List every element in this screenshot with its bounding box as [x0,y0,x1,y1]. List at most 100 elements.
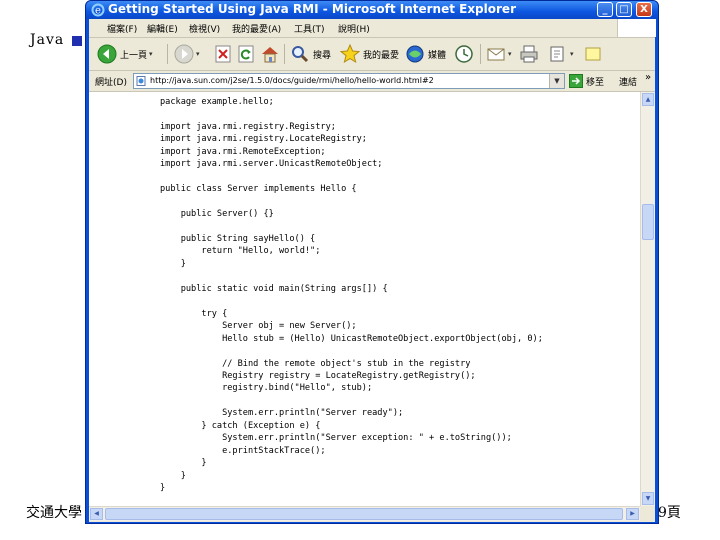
stop-icon [215,45,231,63]
mail-button[interactable]: ▾ [486,42,512,66]
code-line: System.err.println("Server ready"); [160,408,404,419]
scrollbar-corner [640,506,655,521]
stop-button[interactable] [214,42,232,66]
close-button[interactable]: X [636,2,652,17]
code-line: } [160,483,166,494]
code-line: Registry registry = LocateRegistry.getRe… [160,370,476,381]
favorites-star-icon [340,44,360,64]
internet-explorer-icon: e [91,3,105,17]
title-bar[interactable]: e Getting Started Using Java RMI - Micro… [86,1,658,19]
toolbar-separator [480,44,481,64]
code-line: public Server() {} [160,209,274,220]
mail-icon [487,48,505,61]
horizontal-scroll-thumb[interactable] [105,508,623,520]
code-line: System.err.println("Server exception: " … [160,433,512,444]
forward-button[interactable]: ▾ [174,42,200,66]
address-dropdown-icon[interactable]: ▼ [549,74,564,88]
edit-page-icon [550,46,564,62]
favorites-button[interactable]: 我的最愛 [340,42,399,66]
code-line: } [160,258,186,269]
back-button[interactable]: 上一頁 ▾ [97,42,153,66]
address-url: http://java.sun.com/j2se/1.5.0/docs/guid… [150,76,434,85]
svg-text:e: e [95,6,101,17]
slide-header-text: Java [30,32,65,48]
go-button[interactable]: 移至 [569,74,604,88]
back-label: 上一頁 [120,50,148,61]
go-label: 移至 [586,77,605,88]
toolbar-separator [284,44,285,64]
discuss-button[interactable] [583,42,603,66]
code-line: public class Server implements Hello { [160,184,357,195]
refresh-icon [238,45,254,63]
address-bar: 網址(D) http://java.sun.com/j2se/1.5.0/doc… [89,71,655,92]
edit-button[interactable]: ▾ [548,42,574,66]
menu-view[interactable]: 檢視(V) [189,22,220,35]
toolbar-separator [167,44,168,64]
edit-dropdown-icon[interactable]: ▾ [570,50,574,58]
print-icon [520,45,538,63]
scroll-up-icon[interactable]: ▲ [642,93,654,106]
links-label[interactable]: 連結 [619,75,637,88]
code-block: package example.hello; import java.rmi.r… [160,96,543,495]
code-line: import java.rmi.server.UnicastRemoteObje… [160,159,383,170]
menu-file[interactable]: 檔案(F) [107,22,137,35]
code-line: package example.hello; [160,97,274,107]
slide-footer-right: 9頁 [658,505,681,521]
discuss-note-icon [585,47,601,61]
search-button[interactable]: 搜尋 [290,42,331,66]
menu-help[interactable]: 說明(H) [338,22,370,35]
code-line: } [160,458,207,469]
back-arrow-icon [97,44,117,64]
horizontal-scrollbar[interactable]: ◀ ▶ [89,506,640,521]
code-line: } catch (Exception e) { [160,420,321,431]
print-button[interactable] [519,42,539,66]
media-icon [406,45,424,63]
search-label: 搜尋 [313,50,332,61]
menu-edit[interactable]: 編輯(E) [147,22,178,35]
menu-favorites[interactable]: 我的最愛(A) [232,22,281,35]
home-button[interactable] [260,42,280,66]
go-arrow-icon [569,74,583,88]
vertical-scrollbar[interactable]: ▲ ▼ [640,92,655,506]
code-line: // Bind the remote object's stub in the … [160,358,471,369]
history-icon [455,45,473,63]
refresh-button[interactable] [237,42,255,66]
scroll-left-icon[interactable]: ◀ [90,508,103,520]
browser-client-area: 檔案(F) 編輯(E) 檢視(V) 我的最愛(A) 工具(T) 說明(H) 上一… [89,19,656,522]
home-icon [262,47,278,63]
address-label: 網址(D) [95,78,127,88]
code-line: import java.rmi.registry.LocateRegistry; [160,134,367,145]
forward-arrow-icon [174,44,194,64]
code-line: return "Hello, world!"; [160,246,321,257]
code-line: e.printStackTrace(); [160,445,326,456]
search-icon [292,46,309,63]
history-button[interactable] [454,42,474,66]
code-line: public String sayHello() { [160,233,316,244]
slide-footer-left: 交通大學 [26,505,82,521]
address-input[interactable]: http://java.sun.com/j2se/1.5.0/docs/guid… [133,73,565,89]
window-title: Getting Started Using Java RMI - Microso… [108,2,516,16]
code-line: import java.rmi.RemoteException; [160,146,326,157]
scroll-down-icon[interactable]: ▼ [642,492,654,505]
forward-dropdown-icon[interactable]: ▾ [196,50,200,58]
maximize-button[interactable]: □ [616,2,632,17]
favorites-label: 我的最愛 [363,50,400,61]
mail-dropdown-icon[interactable]: ▾ [508,50,512,58]
code-line: Server obj = new Server(); [160,321,357,332]
page-icon [136,76,146,86]
vertical-scroll-thumb[interactable] [642,204,654,240]
back-dropdown-icon[interactable]: ▾ [149,50,153,58]
code-line: registry.bind("Hello", stub); [160,383,373,394]
menu-tools[interactable]: 工具(T) [294,22,325,35]
page-content: package example.hello; import java.rmi.r… [89,92,640,506]
code-line: } [160,470,186,481]
menu-bar: 檔案(F) 編輯(E) 檢視(V) 我的最愛(A) 工具(T) 說明(H) [89,19,656,38]
code-line: public static void main(String args[]) { [160,283,388,294]
code-line: import java.rmi.registry.Registry; [160,121,336,132]
scroll-right-icon[interactable]: ▶ [626,508,639,520]
code-line: try { [160,308,228,319]
slide-bullet [72,36,82,46]
minimize-button[interactable]: _ [597,2,613,17]
links-chevron-icon[interactable]: » [645,72,651,83]
media-button[interactable]: 媒體 [405,42,446,66]
